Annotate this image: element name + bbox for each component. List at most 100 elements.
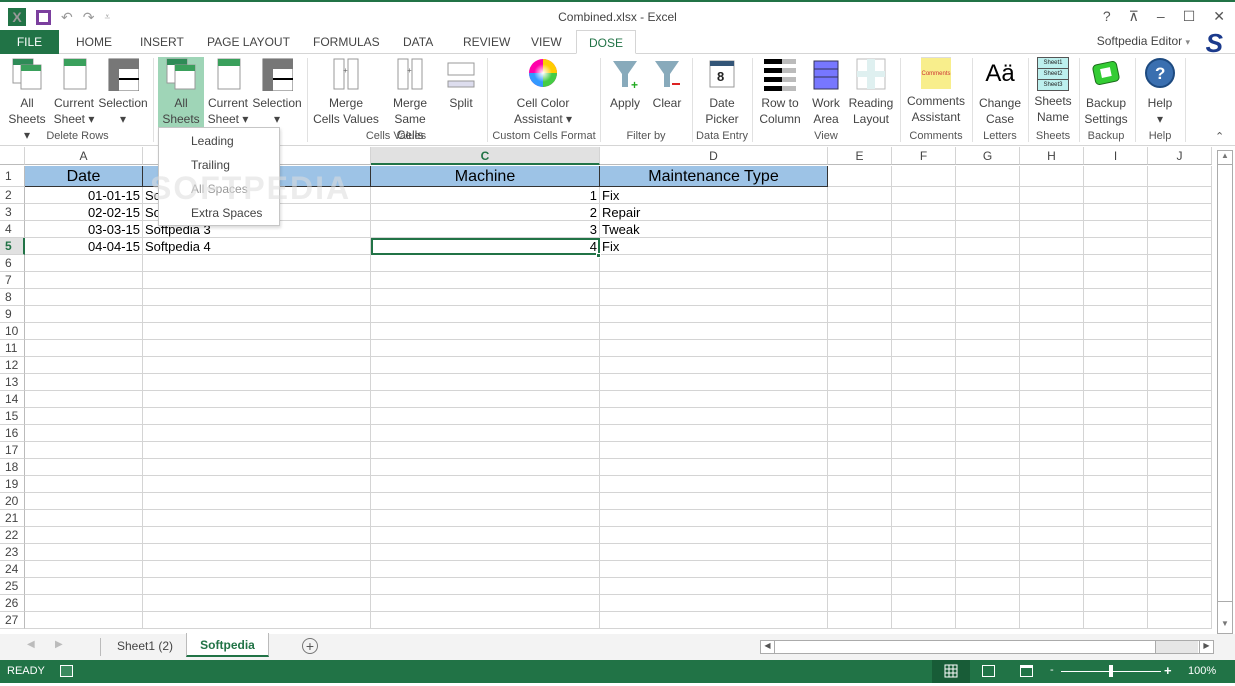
empty-cell[interactable] <box>1020 578 1084 595</box>
empty-cell[interactable] <box>371 544 600 561</box>
empty-cell[interactable] <box>25 289 143 306</box>
empty-cell[interactable] <box>600 578 828 595</box>
empty-cell[interactable] <box>892 595 956 612</box>
empty-cell[interactable] <box>371 527 600 544</box>
empty-cell[interactable] <box>956 357 1020 374</box>
empty-cell[interactable] <box>143 544 371 561</box>
empty-cell[interactable] <box>143 527 371 544</box>
empty-cell[interactable] <box>371 357 600 374</box>
empty-cell[interactable] <box>25 391 143 408</box>
row-header-1[interactable]: 1 <box>0 166 25 187</box>
empty-cell[interactable] <box>1084 561 1148 578</box>
cell-c1[interactable]: Machine <box>371 166 600 187</box>
empty-cell[interactable] <box>956 425 1020 442</box>
select-all-corner[interactable] <box>0 147 25 165</box>
empty-cell[interactable] <box>1148 408 1212 425</box>
empty-cell[interactable] <box>371 612 600 629</box>
empty-cell[interactable] <box>25 272 143 289</box>
empty-cell[interactable] <box>892 612 956 629</box>
empty-cell[interactable] <box>956 527 1020 544</box>
tab-view[interactable]: VIEW <box>519 30 574 54</box>
cell-d3[interactable]: Repair <box>600 204 828 221</box>
row-header-7[interactable]: 7 <box>0 272 25 289</box>
empty-cell[interactable] <box>892 391 956 408</box>
cell-a3[interactable]: 02-02-15 <box>25 204 143 221</box>
row-header-4[interactable]: 4 <box>0 221 25 238</box>
row-header-8[interactable]: 8 <box>0 289 25 306</box>
collapse-ribbon-icon[interactable]: ⌃ <box>1215 130 1224 143</box>
empty-cell[interactable] <box>25 527 143 544</box>
scroll-right-icon[interactable]: ▶ <box>1199 641 1213 653</box>
empty-cell[interactable] <box>25 306 143 323</box>
empty-cell[interactable] <box>600 323 828 340</box>
cell-b5[interactable]: Softpedia 4 <box>143 238 371 255</box>
row-header-13[interactable]: 13 <box>0 374 25 391</box>
empty-cell[interactable] <box>143 442 371 459</box>
empty-cell[interactable] <box>143 306 371 323</box>
empty-cell[interactable] <box>956 391 1020 408</box>
empty-cell[interactable] <box>1020 289 1084 306</box>
column-header-e[interactable]: E <box>828 147 892 165</box>
empty-cell[interactable] <box>143 612 371 629</box>
empty-cell[interactable] <box>143 357 371 374</box>
scroll-down-icon[interactable]: ▼ <box>1218 619 1232 633</box>
empty-cell[interactable] <box>1148 272 1212 289</box>
empty-cell[interactable] <box>143 578 371 595</box>
cell-d2[interactable]: Fix <box>600 187 828 204</box>
empty-cell[interactable] <box>828 408 892 425</box>
row-to-column-button[interactable]: Row to Column <box>757 57 803 127</box>
empty-cell[interactable] <box>892 187 956 204</box>
empty-cell[interactable] <box>892 357 956 374</box>
vertical-scrollbar[interactable]: ▲ ▼ <box>1217 150 1233 634</box>
empty-cell[interactable] <box>1084 595 1148 612</box>
empty-cell[interactable] <box>1020 272 1084 289</box>
empty-cell[interactable] <box>892 408 956 425</box>
spaces-all-sheets-button[interactable]: AllSheets ▾ <box>158 57 204 142</box>
empty-cell[interactable] <box>892 561 956 578</box>
row-header-24[interactable]: 24 <box>0 561 25 578</box>
zoom-out-button[interactable]: - <box>1050 664 1054 676</box>
empty-cell[interactable] <box>828 340 892 357</box>
empty-cell[interactable] <box>1084 289 1148 306</box>
empty-cell[interactable] <box>25 340 143 357</box>
empty-cell[interactable] <box>371 306 600 323</box>
row-header-22[interactable]: 22 <box>0 527 25 544</box>
empty-cell[interactable] <box>143 289 371 306</box>
comments-assistant-button[interactable]: Comments Comments Assistant <box>905 57 967 125</box>
zoom-level[interactable]: 100% <box>1188 665 1216 677</box>
empty-cell[interactable] <box>1084 340 1148 357</box>
work-area-button[interactable]: Work Area <box>808 57 844 127</box>
empty-cell[interactable] <box>1084 442 1148 459</box>
empty-cell[interactable] <box>371 340 600 357</box>
row-header-20[interactable]: 20 <box>0 493 25 510</box>
empty-cell[interactable] <box>143 391 371 408</box>
row-header-17[interactable]: 17 <box>0 442 25 459</box>
empty-cell[interactable] <box>1020 425 1084 442</box>
column-header-j[interactable]: J <box>1148 147 1212 165</box>
empty-cell[interactable] <box>892 493 956 510</box>
empty-cell[interactable] <box>956 561 1020 578</box>
empty-cell[interactable] <box>1148 357 1212 374</box>
empty-cell[interactable] <box>25 459 143 476</box>
empty-cell[interactable] <box>828 442 892 459</box>
empty-cell[interactable] <box>828 238 892 255</box>
row-header-16[interactable]: 16 <box>0 425 25 442</box>
row-header-3[interactable]: 3 <box>0 204 25 221</box>
cell-a5[interactable]: 04-04-15 <box>25 238 143 255</box>
empty-cell[interactable] <box>600 476 828 493</box>
empty-cell[interactable] <box>25 476 143 493</box>
empty-cell[interactable] <box>1084 306 1148 323</box>
spaces-current-sheet-button[interactable]: Current Sheet ▾ <box>206 57 250 127</box>
empty-cell[interactable] <box>1020 221 1084 238</box>
empty-cell[interactable] <box>25 578 143 595</box>
empty-cell[interactable] <box>1084 187 1148 204</box>
tab-insert[interactable]: INSERT <box>128 30 196 54</box>
empty-cell[interactable] <box>828 187 892 204</box>
normal-view-button[interactable] <box>932 660 970 683</box>
empty-cell[interactable] <box>1020 527 1084 544</box>
empty-cell[interactable] <box>1084 612 1148 629</box>
scroll-sheets-right-icon[interactable]: ▶ <box>55 639 63 650</box>
empty-cell[interactable] <box>371 323 600 340</box>
empty-cell[interactable] <box>143 459 371 476</box>
empty-cell[interactable] <box>143 595 371 612</box>
